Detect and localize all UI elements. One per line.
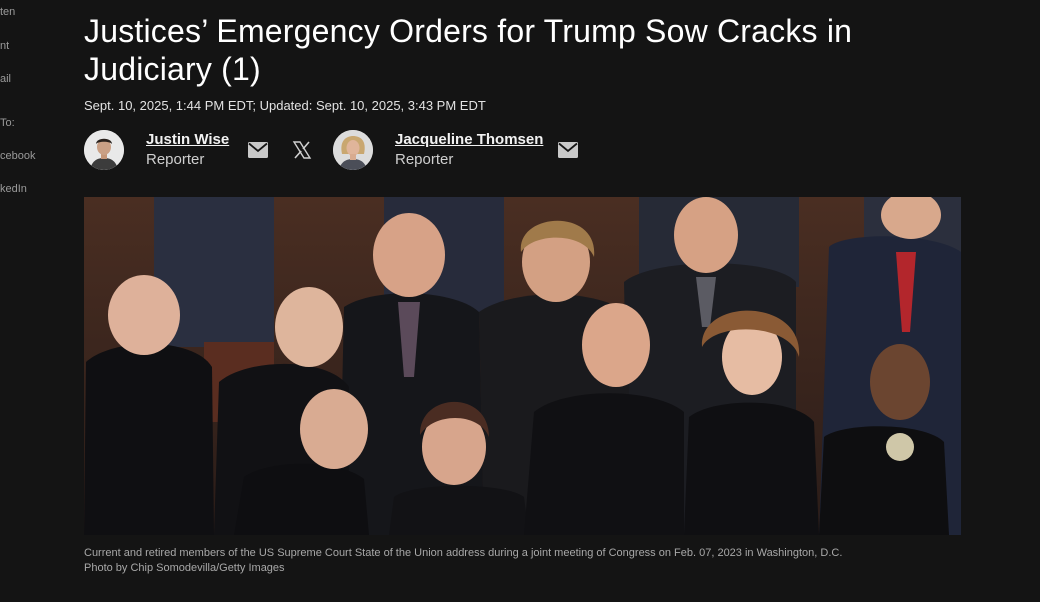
- email-icon[interactable]: [557, 140, 579, 160]
- email-icon[interactable]: [247, 140, 269, 160]
- author-justin-wise: Justin Wise Reporter: [84, 130, 229, 170]
- share-item-1[interactable]: ten: [0, 6, 15, 18]
- share-x[interactable]: To:: [0, 117, 15, 129]
- share-email[interactable]: ail: [0, 73, 11, 85]
- share-sidebar: ten nt ail To: cebook kedIn: [0, 0, 60, 602]
- author-name-link[interactable]: Jacqueline Thomsen: [395, 130, 543, 150]
- avatar: [333, 130, 373, 170]
- author-role: Reporter: [395, 151, 454, 168]
- author-name-link[interactable]: Justin Wise: [146, 130, 229, 150]
- author-jacqueline-thomsen: Jacqueline Thomsen Reporter: [333, 130, 543, 170]
- x-icon[interactable]: [291, 140, 313, 160]
- article-lead-photo: [84, 197, 961, 535]
- share-item-2[interactable]: nt: [0, 40, 9, 52]
- avatar: [84, 130, 124, 170]
- photo-caption: Current and retired members of the US Su…: [84, 546, 984, 576]
- share-linkedin[interactable]: kedIn: [0, 183, 27, 195]
- share-facebook[interactable]: cebook: [0, 150, 35, 162]
- author-role: Reporter: [146, 151, 205, 168]
- photo-credit: Photo by Chip Somodevilla/Getty Images: [84, 562, 285, 574]
- article-headline: Justices’ Emergency Orders for Trump Sow…: [84, 13, 853, 87]
- article-dateline: Sept. 10, 2025, 1:44 PM EDT; Updated: Se…: [84, 98, 486, 113]
- caption-text: Current and retired members of the US Su…: [84, 547, 843, 559]
